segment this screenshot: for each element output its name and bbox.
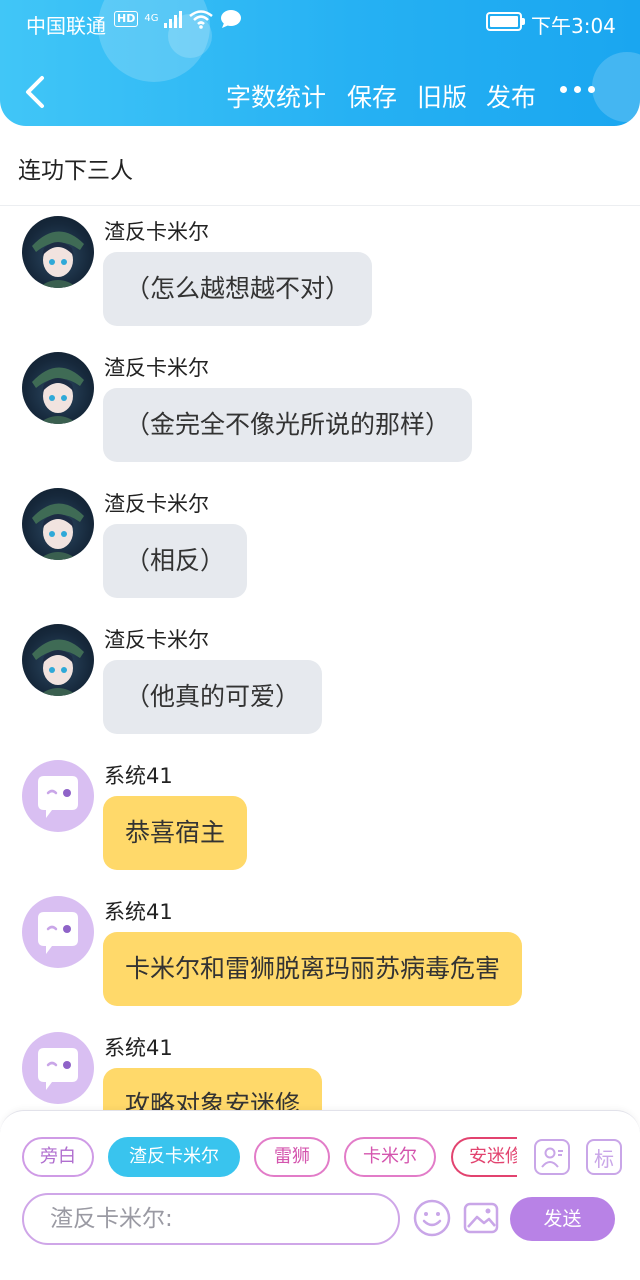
role-chip-narration[interactable]: 旁白 — [22, 1137, 94, 1177]
sender-name: 渣反卡米尔 — [104, 628, 209, 652]
character-avatar[interactable] — [22, 624, 94, 696]
mark-label: 标 — [594, 1146, 614, 1171]
character-avatar[interactable] — [22, 216, 94, 288]
sender-name: 系统41 — [104, 764, 173, 788]
sender-name: 渣反卡米尔 — [104, 356, 209, 380]
image-icon[interactable] — [462, 1199, 500, 1237]
sender-name: 系统41 — [104, 900, 173, 924]
message-input[interactable]: 渣反卡米尔: — [22, 1193, 400, 1245]
status-bar: 中国联通 HD 4G 下午3:04 — [0, 0, 640, 44]
header: 中国联通 HD 4G 下午3:04 字数统计 保存 旧版 发布 — [0, 0, 640, 126]
signal-icon — [164, 10, 183, 28]
message-bubble[interactable]: （相反） — [103, 524, 248, 598]
role-chip-anmixiu[interactable]: 安迷修 — [451, 1137, 517, 1177]
word-count-button[interactable]: 字数统计 — [226, 78, 326, 114]
toolbar: 字数统计 保存 旧版 发布 — [0, 60, 640, 124]
character-avatar[interactable] — [22, 352, 94, 424]
system-chat-avatar[interactable] — [22, 760, 94, 832]
system-chat-avatar[interactable] — [22, 1032, 94, 1104]
hd-icon: HD — [114, 11, 139, 27]
old-version-button[interactable]: 旧版 — [417, 78, 467, 114]
message-bubble[interactable]: 卡米尔和雷狮脱离玛丽苏病毒危害 — [103, 932, 523, 1006]
message-bubble[interactable]: （金完全不像光所说的那样） — [103, 388, 473, 462]
status-icons: HD 4G — [114, 9, 242, 29]
character-avatar[interactable] — [22, 488, 94, 560]
message-bubble[interactable]: 恭喜宿主 — [103, 796, 248, 870]
mark-button[interactable]: 标 — [586, 1139, 622, 1175]
carrier-name: 中国联通 — [26, 14, 106, 38]
story-title-bar[interactable]: 连功下三人 — [0, 126, 640, 206]
story-title: 连功下三人 — [18, 158, 133, 184]
back-arrow-icon[interactable] — [20, 74, 50, 110]
wifi-icon — [189, 10, 214, 29]
network-type: 4G — [144, 13, 159, 24]
system-chat-avatar[interactable] — [22, 896, 94, 968]
message-list[interactable]: 渣反卡米尔 （怎么越想越不对） 渣反卡米尔 （金完全不像光所说的那样） 渣反卡米… — [0, 206, 640, 1110]
sender-name: 渣反卡米尔 — [104, 220, 209, 244]
publish-button[interactable]: 发布 — [486, 78, 536, 114]
message-bubble[interactable]: （怎么越想越不对） — [103, 252, 373, 326]
send-button[interactable]: 发送 — [510, 1197, 615, 1241]
sender-name: 渣反卡米尔 — [104, 492, 209, 516]
character-manage-icon[interactable] — [534, 1139, 570, 1175]
role-chip-kamier[interactable]: 卡米尔 — [344, 1137, 436, 1177]
save-button[interactable]: 保存 — [347, 78, 397, 114]
role-chip-leishi[interactable]: 雷狮 — [254, 1137, 330, 1177]
role-chip-selected[interactable]: 渣反卡米尔 — [108, 1137, 240, 1177]
sender-name: 系统41 — [104, 1036, 173, 1060]
battery-icon — [486, 12, 525, 31]
input-panel: 旁白 渣反卡米尔 雷狮 卡米尔 安迷修 标 渣反卡米尔: 发送 — [0, 1110, 640, 1280]
clock: 下午3:04 — [531, 14, 616, 38]
chat-story-editor: 中国联通 HD 4G 下午3:04 字数统计 保存 旧版 发布 连功下三人 渣反… — [0, 0, 640, 1280]
more-options-icon[interactable] — [560, 86, 595, 93]
message-notification-icon — [221, 10, 242, 28]
emoji-icon[interactable] — [413, 1199, 451, 1237]
message-bubble[interactable]: （他真的可爱） — [103, 660, 323, 734]
message-bubble[interactable]: 攻略对象安迷修 — [103, 1068, 323, 1110]
